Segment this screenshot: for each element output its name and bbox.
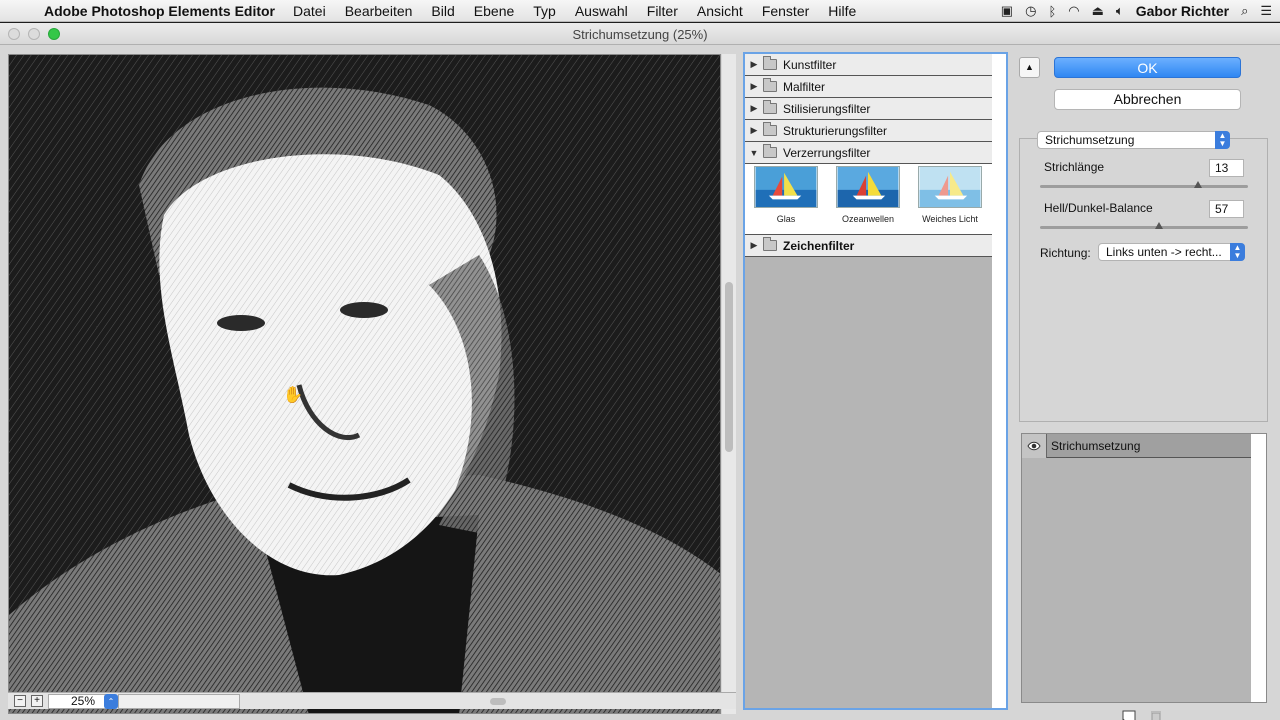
menu-ansicht[interactable]: Ansicht — [697, 3, 743, 19]
direction-label: Richtung: — [1040, 246, 1091, 260]
expand-arrow-icon[interactable]: ▶ — [745, 81, 763, 92]
select-arrows-icon[interactable]: ▲ ▼ — [1230, 243, 1245, 261]
glas-thumbnail-image — [754, 166, 818, 208]
category-label: Zeichenfilter — [783, 238, 855, 253]
filter-select[interactable]: Strichumsetzung ▲ ▼ — [1037, 131, 1230, 149]
folder-icon — [763, 78, 777, 92]
category-zeichenfilter[interactable]: ▶ Zeichenfilter — [745, 235, 992, 257]
category-malfilter[interactable]: ▶ Malfilter — [745, 76, 992, 98]
collapse-arrow-icon[interactable]: ▼ — [745, 148, 763, 158]
horizontal-scroll-thumb[interactable] — [490, 698, 506, 705]
category-label: Stilisierungsfilter — [783, 101, 871, 116]
open-folder-icon — [763, 144, 777, 158]
trash-icon[interactable] — [1147, 709, 1165, 720]
folder-icon — [763, 56, 777, 70]
menu-datei[interactable]: Datei — [293, 3, 326, 19]
menu-typ[interactable]: Typ — [533, 3, 556, 19]
bluetooth-icon[interactable]: ᛒ — [1048, 4, 1056, 19]
category-label: Malfilter — [783, 79, 826, 94]
display-icon[interactable]: ▣ — [1001, 3, 1013, 19]
stroke-length-label: Strichlänge — [1044, 160, 1105, 174]
folder-icon — [763, 237, 777, 251]
preview-bottom-bar: − + 25% ⌃ — [8, 692, 736, 709]
zoom-field-spacer — [118, 694, 240, 709]
category-label: Kunstfilter — [783, 57, 837, 72]
collapse-gallery-button[interactable]: ▲ — [1019, 57, 1040, 78]
filter-thumb-glas[interactable]: Glas — [753, 166, 819, 224]
select-arrows-icon[interactable]: ▲ ▼ — [1215, 131, 1230, 149]
direction-select-value: Links unten -> recht... — [1106, 245, 1222, 259]
menu-ebene[interactable]: Ebene — [474, 3, 514, 19]
weiches-licht-thumbnail-image — [918, 166, 982, 208]
menu-bearbeiten[interactable]: Bearbeiten — [345, 3, 413, 19]
thumb-label: Weiches Licht — [922, 214, 978, 224]
eject-icon[interactable]: ⏏ — [1092, 3, 1104, 19]
filter-category-list: ▶ Kunstfilter ▶ Malfilter ▶ Stilisierung… — [745, 54, 992, 708]
preview-image: ✋ — [9, 55, 720, 713]
menubar: Adobe Photoshop Elements Editor Datei Be… — [0, 0, 1280, 22]
svg-text:✋: ✋ — [283, 385, 303, 404]
thumb-label: Glas — [776, 214, 796, 224]
balance-input[interactable]: 57 — [1209, 200, 1244, 218]
filter-thumb-ozeanwellen[interactable]: Ozeanwellen — [835, 166, 901, 224]
new-effect-layer-icon[interactable] — [1120, 709, 1138, 720]
expand-arrow-icon[interactable]: ▶ — [745, 125, 763, 136]
window-title: Strichumsetzung (25%) — [572, 27, 708, 42]
folder-icon — [763, 100, 777, 114]
effect-layer-label: Strichumsetzung — [1051, 438, 1141, 453]
zoom-in-button[interactable]: + — [31, 695, 43, 707]
search-icon[interactable]: ⌕ — [1241, 3, 1248, 19]
stroke-length-slider-thumb[interactable] — [1194, 181, 1203, 188]
category-strukturierungsfilter[interactable]: ▶ Strukturierungsfilter — [745, 120, 992, 142]
category-verzerrungsfilter[interactable]: ▼ Verzerrungsfilter — [745, 142, 992, 164]
menu-fenster[interactable]: Fenster — [762, 3, 809, 19]
scrollbar-thumb[interactable] — [725, 282, 733, 452]
time-machine-icon[interactable]: ◷ — [1025, 3, 1036, 19]
eye-icon[interactable] — [1022, 433, 1047, 458]
stroke-length-input[interactable]: 13 — [1209, 159, 1244, 177]
menu-auswahl[interactable]: Auswahl — [575, 3, 628, 19]
filter-dialog-window: Strichumsetzung (25%) ✋ − + 25% ⌃ ▶ Kuns… — [0, 23, 1280, 720]
menu-bild[interactable]: Bild — [431, 3, 454, 19]
preview-vertical-scrollbar[interactable] — [722, 54, 736, 714]
ok-button[interactable]: OK — [1054, 57, 1241, 78]
expand-arrow-icon[interactable]: ▶ — [745, 59, 763, 70]
balance-slider[interactable] — [1040, 222, 1248, 229]
filter-preview[interactable]: ✋ — [8, 54, 721, 714]
effect-layers-panel: Strichumsetzung — [1021, 433, 1267, 703]
gallery-scrollbar[interactable] — [992, 54, 1006, 708]
filter-gallery: ▶ Kunstfilter ▶ Malfilter ▶ Stilisierung… — [743, 52, 1008, 710]
title-bar: Strichumsetzung (25%) — [0, 23, 1280, 45]
category-label: Verzerrungsfilter — [783, 145, 871, 160]
filter-select-value: Strichumsetzung — [1045, 133, 1135, 147]
zoom-dropdown-icon[interactable]: ⌃ — [104, 694, 118, 709]
category-stilisierungsfilter[interactable]: ▶ Stilisierungsfilter — [745, 98, 992, 120]
expand-arrow-icon[interactable]: ▶ — [745, 240, 763, 251]
zoom-out-button[interactable]: − — [14, 695, 26, 707]
stroke-length-slider[interactable] — [1040, 181, 1248, 188]
notifications-icon[interactable]: ☰ — [1260, 3, 1272, 19]
volume-icon[interactable]: 🔈︎ — [1116, 3, 1124, 19]
effect-layer-row[interactable]: Strichumsetzung — [1022, 433, 1252, 458]
user-menu[interactable]: Gabor Richter — [1136, 3, 1229, 19]
direction-select[interactable]: Links unten -> recht... ▲ ▼ — [1098, 243, 1245, 261]
folder-icon — [763, 122, 777, 136]
balance-slider-thumb[interactable] — [1154, 222, 1163, 229]
filter-settings-panel: Strichumsetzung ▲ ▼ Strichlänge 13 Hell/D… — [1019, 131, 1268, 422]
menu-filter[interactable]: Filter — [647, 3, 678, 19]
expand-arrow-icon[interactable]: ▶ — [745, 103, 763, 114]
category-kunstfilter[interactable]: ▶ Kunstfilter — [745, 54, 992, 76]
menu-hilfe[interactable]: Hilfe — [828, 3, 856, 19]
thumb-label: Ozeanwellen — [841, 214, 895, 224]
balance-label: Hell/Dunkel-Balance — [1044, 201, 1153, 215]
cancel-button[interactable]: Abbrechen — [1054, 89, 1241, 110]
category-label: Strukturierungsfilter — [783, 123, 888, 138]
layers-scrollbar[interactable] — [1251, 434, 1266, 702]
ozeanwellen-thumbnail-image — [836, 166, 900, 208]
wifi-icon[interactable]: ◠ — [1068, 3, 1079, 19]
filter-thumb-weiches-licht[interactable]: Weiches Licht — [917, 166, 983, 224]
app-menu[interactable]: Adobe Photoshop Elements Editor — [44, 3, 275, 19]
filter-thumbnails: Glas Ozeanwellen Weiches Licht — [745, 164, 992, 235]
zoom-level-field[interactable]: 25% — [48, 694, 110, 709]
